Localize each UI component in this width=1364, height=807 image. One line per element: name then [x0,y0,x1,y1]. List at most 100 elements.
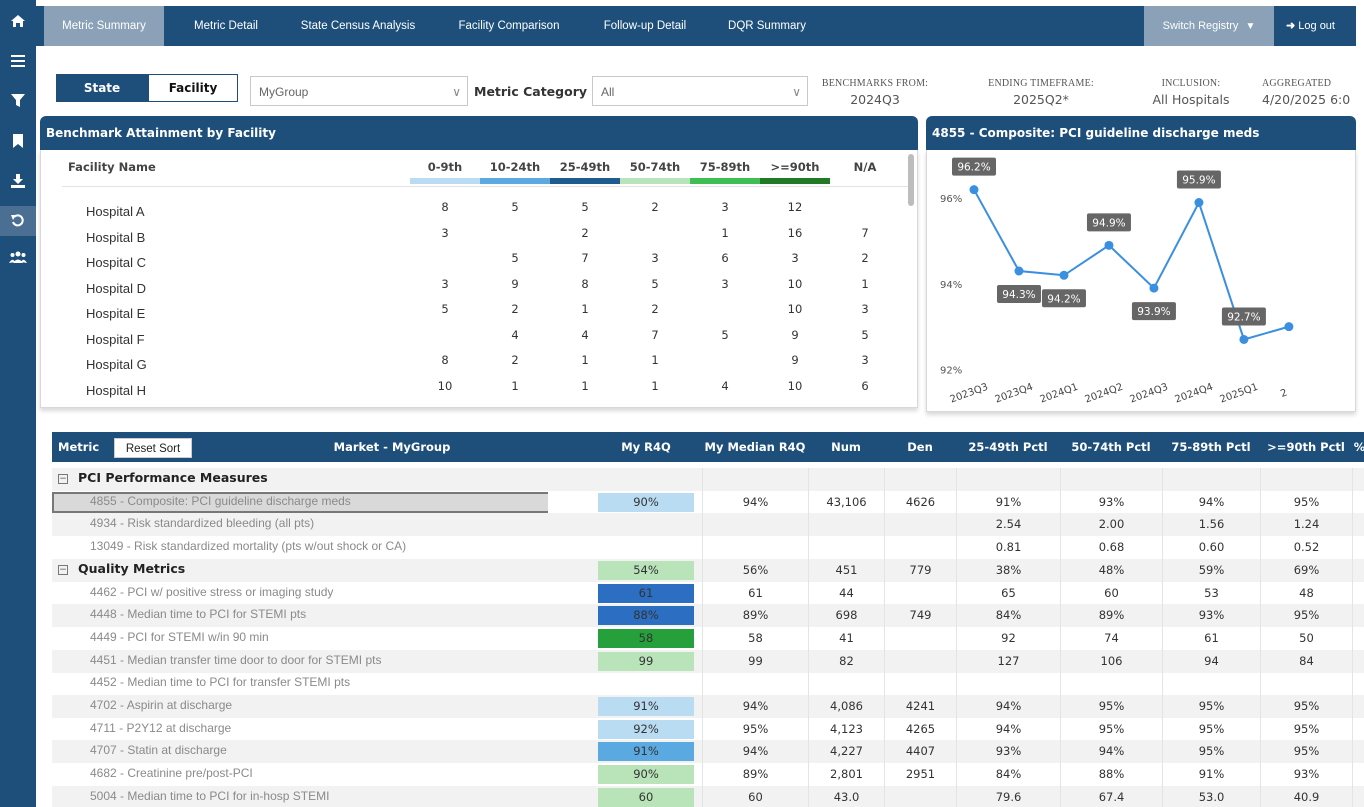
metric-row[interactable]: 4449 - PCI for STEMI w/in 90 min 58 58 41 92… [52,626,1364,650]
facility-count-cell[interactable]: 1 [550,302,620,316]
metric-row[interactable]: 5004 - Median time to PCI for in-hosp ST… [52,785,1364,807]
facility-count-cell[interactable]: 5 [690,328,760,342]
data-point[interactable] [1149,283,1159,293]
facility-count-cell[interactable]: 1 [690,226,760,240]
facility-count-cell[interactable]: 5 [410,302,480,316]
switch-registry-button[interactable]: Switch Registry ▼ [1144,6,1274,46]
facility-count-cell[interactable]: 10 [410,379,480,393]
facility-count-cell[interactable]: 3 [410,277,480,291]
data-point[interactable] [1194,198,1204,208]
facility-count-cell[interactable]: 3 [410,226,480,240]
facility-count-cell[interactable]: 4 [550,328,620,342]
facility-count-cell[interactable]: 2 [550,226,620,240]
metric-name[interactable]: 4462 - PCI w/ positive stress or imaging… [90,585,333,599]
facility-count-cell[interactable]: 5 [830,328,900,342]
data-point[interactable] [1284,322,1294,332]
facility-count-cell[interactable]: 9 [480,277,550,291]
column-header[interactable]: Den [884,432,956,462]
column-header[interactable]: 75-89th Pctl [1162,432,1260,462]
facility-count-cell[interactable]: 8 [410,353,480,367]
my-r4q-cell[interactable] [598,538,694,557]
facility-count-cell[interactable]: 3 [830,302,900,316]
metric-row[interactable]: 4451 - Median transfer time door to door… [52,649,1364,673]
metric-name[interactable]: 4711 - P2Y12 at discharge [90,721,231,735]
metric-category-select[interactable]: All ∨ [592,76,808,106]
my-r4q-cell[interactable]: 91% [598,697,694,716]
column-header[interactable]: Num [808,432,884,462]
facility-count-cell[interactable]: 10 [760,379,830,393]
facility-count-cell[interactable]: 9 [760,328,830,342]
facility-count-cell[interactable]: 6 [690,251,760,265]
metric-name[interactable]: 4934 - Risk standardized bleeding (all p… [90,516,314,530]
reset-icon[interactable] [0,206,36,236]
metric-row[interactable]: 13049 - Risk standardized mortality (pts… [52,536,1364,560]
bucket-header[interactable]: 25-49th [550,160,620,174]
facility-count-cell[interactable]: 4 [690,379,760,393]
facility-count-cell[interactable]: 7 [620,328,690,342]
facility-count-cell[interactable]: 6 [830,379,900,393]
column-header[interactable]: My R4Q [598,432,694,462]
column-header[interactable]: >=90th Pctl [1260,432,1352,462]
facility-count-cell[interactable]: 10 [760,277,830,291]
bucket-header[interactable]: 10-24th [480,160,550,174]
facility-count-cell[interactable]: 8 [550,277,620,291]
facility-count-cell[interactable]: 2 [830,251,900,265]
metric-row[interactable]: 4702 - Aspirin at discharge 91% 94% 4,086 42… [52,695,1364,718]
group-select[interactable]: MyGroup ∨ [250,76,468,106]
metric-row[interactable]: 4462 - PCI w/ positive stress or imaging… [52,581,1364,605]
facility-count-cell[interactable]: 2 [620,302,690,316]
facility-count-cell[interactable]: 1 [480,379,550,393]
tab-state-census-analysis[interactable]: State Census Analysis [288,6,428,46]
my-r4q-cell[interactable]: 88% [598,606,694,626]
bucket-header[interactable]: 0-9th [410,160,480,174]
tab-metric-summary[interactable]: Metric Summary [44,6,164,46]
tab-facility-comparison[interactable]: Facility Comparison [444,6,574,46]
data-point[interactable] [1059,270,1069,280]
metric-name[interactable]: 5004 - Median time to PCI for in-hosp ST… [90,789,329,803]
column-header[interactable]: My Median R4Q [702,432,808,462]
data-point[interactable] [1239,334,1249,344]
collapse-icon[interactable]: − [58,474,68,484]
facility-count-cell[interactable]: 1 [620,353,690,367]
menu-icon[interactable] [0,46,36,76]
metric-row[interactable]: 4711 - P2Y12 at discharge 92% 95% 4,123 4265… [52,717,1364,741]
facility-count-cell[interactable]: 7 [550,251,620,265]
facility-name[interactable]: Hospital C [86,255,146,270]
facility-count-cell[interactable]: 3 [690,277,760,291]
facility-name[interactable]: Hospital H [86,383,146,398]
facility-name[interactable]: Hospital A [86,204,145,219]
tab-metric-detail[interactable]: Metric Detail [176,6,276,46]
facility-count-cell[interactable]: 8 [410,200,480,214]
metric-name[interactable]: 4707 - Statin at discharge [90,743,227,757]
bucket-header[interactable]: 75-89th [690,160,760,174]
logout-button[interactable]: ➜ Log out [1286,6,1356,46]
facility-count-cell[interactable]: 9 [760,353,830,367]
my-r4q-cell[interactable]: 91% [598,742,694,762]
facility-count-cell[interactable]: 1 [830,277,900,291]
my-r4q-cell[interactable] [598,470,694,489]
my-r4q-cell[interactable]: 58 [598,628,694,648]
facility-count-cell[interactable]: 1 [550,353,620,367]
group-icon[interactable] [0,242,36,272]
facility-count-cell[interactable]: 12 [760,200,830,214]
my-r4q-cell[interactable]: 92% [598,719,694,739]
my-r4q-cell[interactable]: 99 [598,651,694,671]
facility-count-cell[interactable]: 2 [480,302,550,316]
bucket-header[interactable]: N/A [830,160,900,174]
metric-row[interactable]: 4452 - Median time to PCI for transfer S… [52,672,1364,696]
my-r4q-cell[interactable]: 90% [598,492,694,512]
facility-count-cell[interactable]: 1 [620,379,690,393]
tab-follow-up-detail[interactable]: Follow-up Detail [590,6,700,46]
facility-count-cell[interactable]: 4 [480,328,550,342]
facility-count-cell[interactable]: 3 [760,251,830,265]
facility-count-cell[interactable]: 2 [480,353,550,367]
facility-count-cell[interactable]: 5 [550,200,620,214]
metric-name[interactable]: 4855 - Composite: PCI guideline discharg… [90,494,351,508]
metric-name[interactable]: 4451 - Median transfer time door to door… [90,653,381,667]
facility-name[interactable]: Hospital F [86,332,145,347]
facility-name-header[interactable]: Facility Name [68,160,156,174]
facility-count-cell[interactable]: 7 [830,226,900,240]
bookmark-icon[interactable] [0,126,36,156]
facility-count-cell[interactable]: 10 [760,302,830,316]
facility-count-cell[interactable]: 3 [620,251,690,265]
